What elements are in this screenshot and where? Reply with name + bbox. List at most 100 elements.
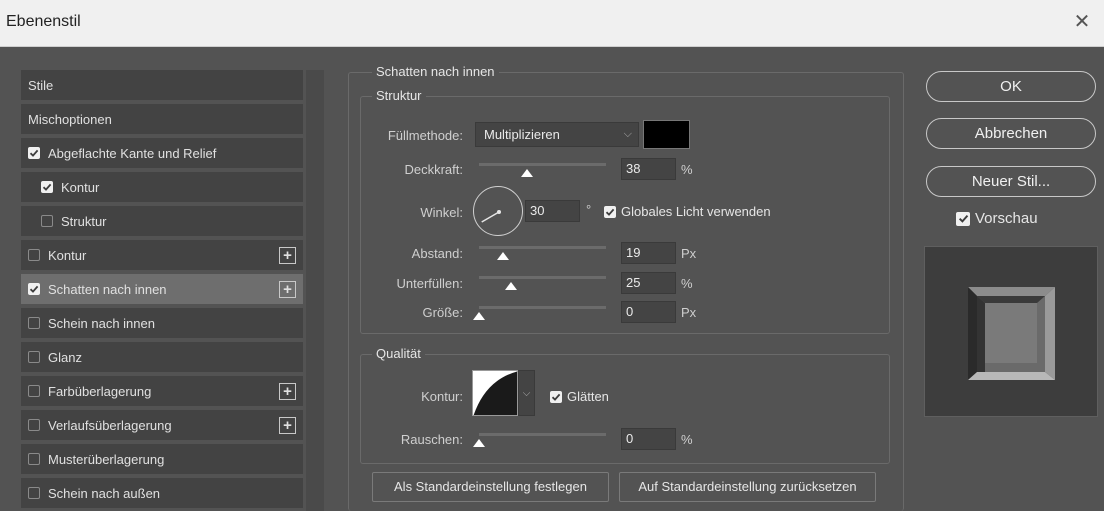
checkbox-unchecked-icon[interactable] xyxy=(28,487,40,499)
style-list-item[interactable]: Schein nach außen xyxy=(21,478,303,510)
contour-preview[interactable] xyxy=(472,370,518,416)
style-list-item[interactable]: Schatten nach innen + xyxy=(21,274,303,306)
add-icon[interactable]: + xyxy=(279,383,296,400)
checkbox-checked-icon[interactable] xyxy=(550,390,562,403)
close-icon[interactable]: ✕ xyxy=(1068,8,1096,36)
style-list-item[interactable]: Schein nach innen xyxy=(21,308,303,340)
styles-list-scrollbar[interactable] xyxy=(306,70,324,511)
checkbox-checked-icon[interactable] xyxy=(41,181,53,193)
style-list-item-label: Abgeflachte Kante und Relief xyxy=(48,145,217,161)
ok-button[interactable]: OK xyxy=(926,71,1096,102)
fill-mode-select[interactable]: Multiplizieren ⌵ xyxy=(475,122,639,147)
preview-checkbox[interactable]: Vorschau xyxy=(956,210,1038,227)
choke-slider[interactable] xyxy=(479,271,606,291)
distance-slider-thumb[interactable] xyxy=(497,252,510,260)
checkbox-checked-icon[interactable] xyxy=(956,211,970,226)
size-slider[interactable] xyxy=(473,301,606,321)
angle-dial-graphic xyxy=(481,210,501,223)
style-list-item-label: Verlaufsüberlagerung xyxy=(48,417,172,433)
noise-label: Rauschen: xyxy=(400,432,463,447)
noise-slider-thumb[interactable] xyxy=(473,439,485,447)
choke-label: Unterfüllen: xyxy=(396,276,463,291)
checkbox-unchecked-icon[interactable] xyxy=(28,385,40,397)
distance-label: Abstand: xyxy=(411,246,463,261)
style-list-item-label: Kontur xyxy=(61,179,100,195)
add-icon[interactable]: + xyxy=(279,247,296,264)
noise-slider-track xyxy=(479,433,606,436)
size-slider-track xyxy=(479,306,606,309)
chevron-down-icon: ⌵ xyxy=(623,128,632,140)
opacity-slider-thumb[interactable] xyxy=(521,169,534,177)
opacity-unit: % xyxy=(681,162,693,177)
new-style-button[interactable]: Neuer Stil... xyxy=(926,166,1096,197)
choke-input[interactable]: 25 xyxy=(621,272,676,294)
choke-unit: % xyxy=(681,276,693,291)
distance-unit: Px xyxy=(681,246,697,261)
noise-unit: % xyxy=(681,432,693,447)
choke-slider-thumb[interactable] xyxy=(504,282,517,290)
angle-dial[interactable] xyxy=(473,186,523,236)
style-list-item[interactable]: Struktur xyxy=(21,206,303,238)
checkbox-checked-icon[interactable] xyxy=(604,205,616,218)
size-label: Größe: xyxy=(422,305,463,320)
opacity-slider-track xyxy=(479,163,606,166)
noise-slider[interactable] xyxy=(473,428,606,448)
distance-input[interactable]: 19 xyxy=(621,242,676,264)
chevron-down-icon[interactable]: ⌵ xyxy=(518,370,535,416)
distance-slider-track xyxy=(479,246,606,249)
style-list-item-label: Schein nach innen xyxy=(48,315,155,331)
style-list-item[interactable]: Kontur + xyxy=(21,240,303,272)
contour-curve-graphic xyxy=(473,371,517,415)
style-list-item-label: Schatten nach innen xyxy=(48,281,167,297)
style-list-item-label: Farbüberlagerung xyxy=(48,383,152,399)
add-icon[interactable]: + xyxy=(279,281,296,298)
style-list-item[interactable]: Farbüberlagerung + xyxy=(21,376,303,408)
set-default-button[interactable]: Als Standardeinstellung festlegen xyxy=(372,472,609,502)
fill-mode-label: Füllmethode: xyxy=(387,128,463,143)
contour-label: Kontur: xyxy=(421,389,463,404)
style-list-item-label: Struktur xyxy=(61,213,107,229)
title-bar: Ebenenstil ✕ xyxy=(0,0,1104,47)
style-list-item-label: Kontur xyxy=(48,247,87,263)
checkbox-unchecked-icon[interactable] xyxy=(28,249,40,261)
style-list-item[interactable]: Stile xyxy=(21,70,303,102)
checkbox-unchecked-icon[interactable] xyxy=(41,215,53,227)
shadow-color-swatch[interactable] xyxy=(643,120,690,149)
antialias-checkbox[interactable]: Glätten xyxy=(550,389,609,404)
size-slider-thumb[interactable] xyxy=(473,312,485,320)
noise-input[interactable]: 0 xyxy=(621,428,676,450)
opacity-label: Deckkraft: xyxy=(404,162,463,177)
size-unit: Px xyxy=(681,305,697,320)
global-light-checkbox[interactable]: Globales Licht verwenden xyxy=(604,204,771,219)
global-light-label: Globales Licht verwenden xyxy=(621,204,771,219)
style-list-item[interactable]: Kontur xyxy=(21,172,303,204)
checkbox-unchecked-icon[interactable] xyxy=(28,317,40,329)
preview-graphic xyxy=(968,287,1055,380)
checkbox-checked-icon[interactable] xyxy=(28,283,40,295)
checkbox-checked-icon[interactable] xyxy=(28,147,40,159)
cancel-button[interactable]: Abbrechen xyxy=(926,118,1096,149)
angle-input[interactable]: 30 xyxy=(525,200,580,222)
reset-default-button[interactable]: Auf Standardeinstellung zurücksetzen xyxy=(619,472,876,502)
style-list-item[interactable]: Musterüberlagerung xyxy=(21,444,303,476)
quality-title: Qualität xyxy=(372,346,425,361)
antialias-label: Glätten xyxy=(567,389,609,404)
style-list-item[interactable]: Glanz xyxy=(21,342,303,374)
checkbox-unchecked-icon[interactable] xyxy=(28,453,40,465)
style-list-item-label: Mischoptionen xyxy=(28,111,112,127)
style-list-item-label: Glanz xyxy=(48,349,82,365)
opacity-slider[interactable] xyxy=(479,158,606,178)
opacity-input[interactable]: 38 xyxy=(621,158,676,180)
checkbox-unchecked-icon[interactable] xyxy=(28,419,40,431)
preview-label: Vorschau xyxy=(975,210,1038,227)
style-list-item[interactable]: Mischoptionen xyxy=(21,104,303,136)
size-input[interactable]: 0 xyxy=(621,301,676,323)
inner-shadow-section-title: Schatten nach innen xyxy=(372,64,499,79)
checkbox-unchecked-icon[interactable] xyxy=(28,351,40,363)
distance-slider[interactable] xyxy=(479,241,606,261)
add-icon[interactable]: + xyxy=(279,417,296,434)
style-list-item[interactable]: Verlaufsüberlagerung + xyxy=(21,410,303,442)
style-preview xyxy=(924,246,1098,417)
structure-title: Struktur xyxy=(372,88,426,103)
style-list-item[interactable]: Abgeflachte Kante und Relief xyxy=(21,138,303,170)
